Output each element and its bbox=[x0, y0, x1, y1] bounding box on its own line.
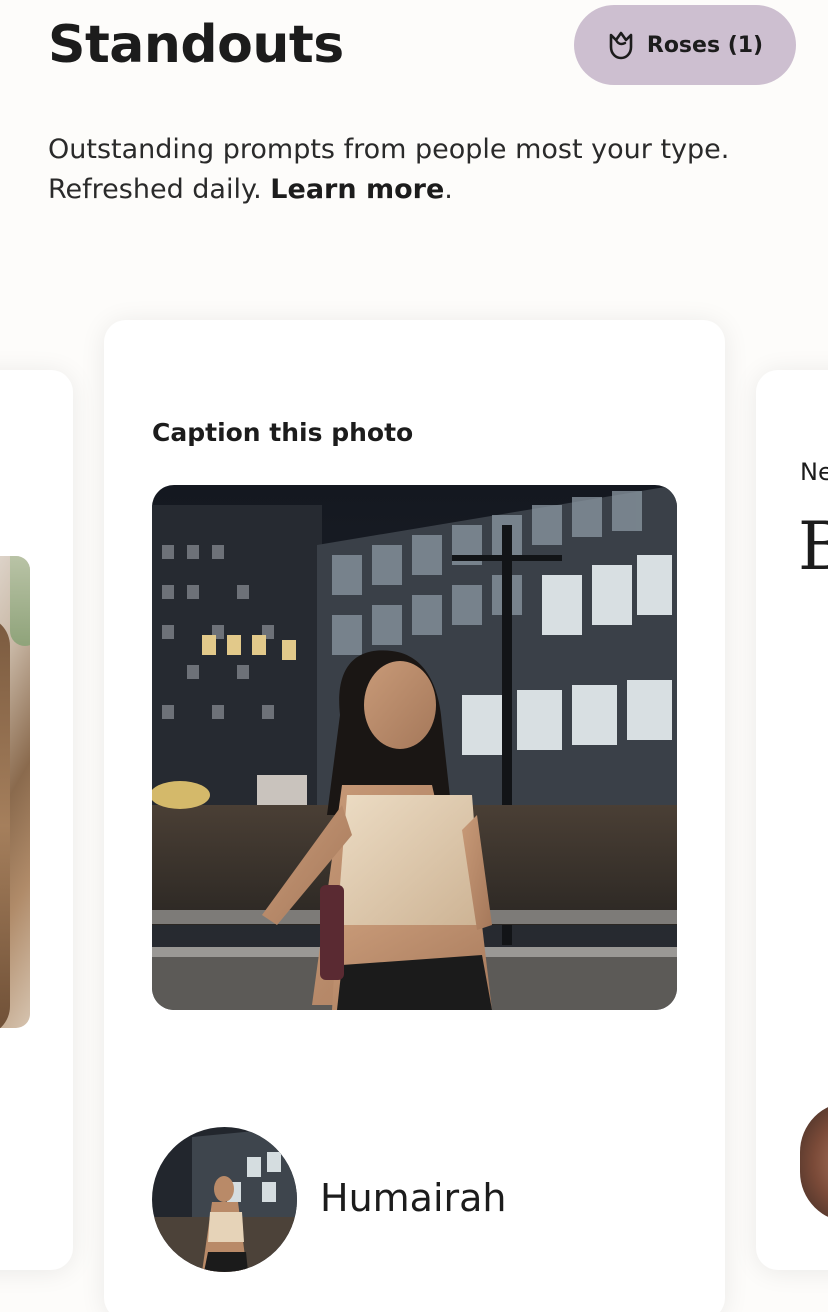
next-card-label: Ne bbox=[800, 458, 828, 486]
previous-photo-detail bbox=[10, 556, 30, 646]
page-title: Standouts bbox=[48, 15, 344, 75]
rose-icon bbox=[607, 29, 635, 61]
roses-button[interactable]: Roses (1) bbox=[574, 5, 796, 85]
next-card-text: B bbox=[798, 508, 828, 585]
description-suffix: . bbox=[444, 174, 453, 205]
prompt-title: Caption this photo bbox=[152, 418, 414, 447]
profile-photo[interactable] bbox=[152, 485, 677, 1010]
previous-card-photo bbox=[0, 556, 30, 1028]
profile-avatar[interactable] bbox=[152, 1127, 297, 1272]
learn-more-link[interactable]: Learn more bbox=[270, 174, 444, 205]
roses-button-label: Roses (1) bbox=[646, 32, 764, 58]
description: Outstanding prompts from people most you… bbox=[48, 130, 778, 210]
profile-name: Humairah bbox=[320, 1176, 507, 1220]
previous-photo-hair bbox=[0, 616, 10, 1028]
standouts-screen: Standouts Roses (1) Outstanding prompts … bbox=[0, 0, 828, 1312]
